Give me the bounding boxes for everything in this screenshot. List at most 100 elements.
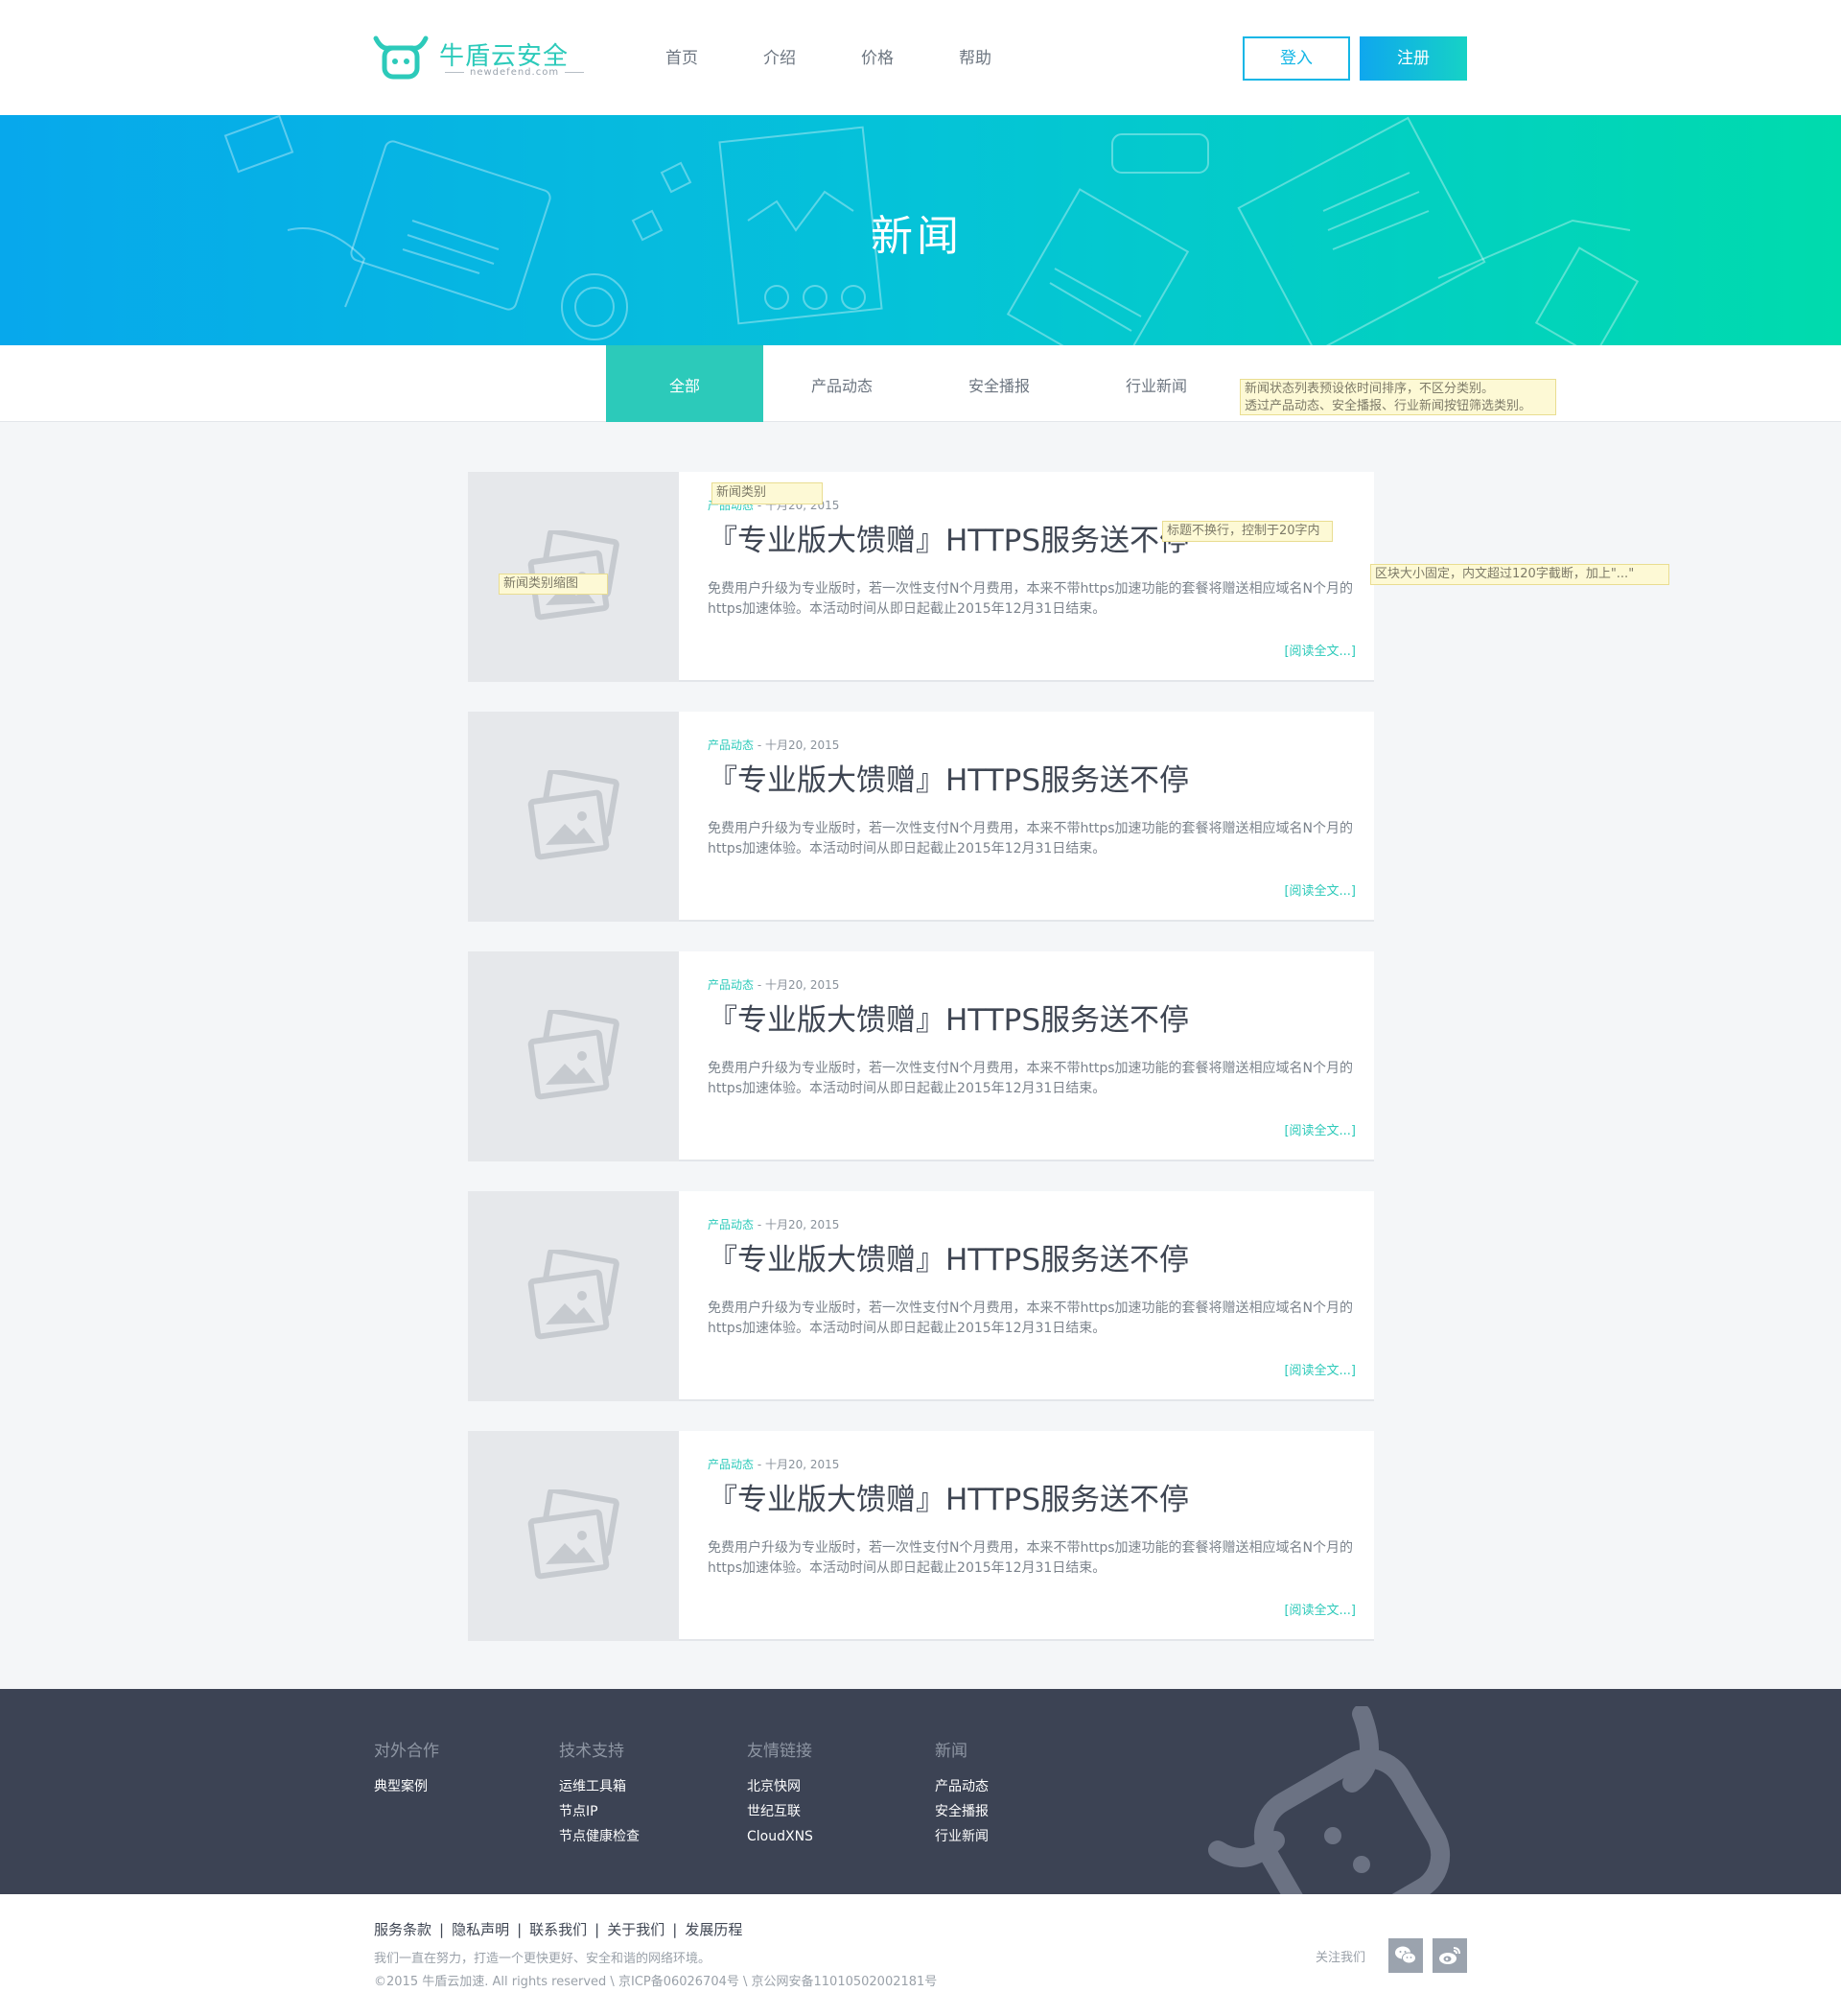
read-more-link[interactable]: [阅读全文...] [1284, 1120, 1356, 1138]
footer-col-news: 新闻 产品动态 安全播报 行业新闻 [935, 1737, 989, 1849]
footer-link[interactable]: CloudXNS [747, 1824, 813, 1849]
annotation-tabs-line1: 新闻状态列表预设依时间排序，不区分类别。 [1245, 382, 1495, 396]
page-title: 新闻 [871, 212, 963, 261]
footer-heading: 新闻 [935, 1742, 967, 1761]
read-more-link[interactable]: [阅读全文...] [1284, 1600, 1356, 1618]
site-header: 牛盾云安全 newdefend.com 首页 介绍 价格 帮助 登入 注册 [0, 0, 1841, 115]
footer-link[interactable]: 典型案例 [374, 1774, 439, 1799]
logo-domain: newdefend.com [439, 67, 590, 78]
news-meta: 产品动态 - 十月20, 2015 [708, 1456, 839, 1472]
link-contact[interactable]: 联系我们 [529, 1921, 587, 1938]
nav-intro[interactable]: 介绍 [731, 44, 828, 73]
footer-link[interactable]: 节点健康检查 [559, 1824, 640, 1849]
image-placeholder-icon [527, 1250, 619, 1340]
annotation-tabs: 新闻状态列表预设依时间排序，不区分类别。 透过产品动态、安全播报、行业新闻按钮筛… [1240, 379, 1556, 415]
image-placeholder-icon [527, 770, 619, 860]
news-thumbnail [468, 1191, 679, 1401]
news-title[interactable]: 『专业版大馈赠』HTTPS服务送不停 [708, 996, 1189, 1039]
annotation-tabs-line2: 透过产品动态、安全播报、行业新闻按钮筛选类别。 [1245, 399, 1532, 413]
annotation-excerpt: 区块大小固定，内文超过120字截断，加上"..." [1370, 564, 1669, 585]
weibo-icon [1439, 1947, 1460, 1964]
news-excerpt: 免费用户升级为专业版时，若一次性支付N个月费用，本来不带https加速功能的套餐… [708, 1540, 1353, 1576]
footer-link[interactable]: 产品动态 [935, 1774, 989, 1799]
news-meta: 产品动态 - 十月20, 2015 [708, 976, 839, 993]
news-banner: 新闻 [0, 115, 1841, 345]
footer-col-friends: 友情链接 北京快网 世纪互联 CloudXNS [747, 1737, 813, 1849]
news-excerpt: 免费用户升级为专业版时，若一次性支付N个月费用，本来不带https加速功能的套餐… [708, 1301, 1353, 1336]
news-excerpt: 免费用户升级为专业版时，若一次性支付N个月费用，本来不带https加速功能的套餐… [708, 581, 1353, 617]
legal-links: 服务条款 | 隐私声明 | 联系我们 | 关于我们 | 发展历程 [374, 1919, 742, 1939]
read-more-link[interactable]: [阅读全文...] [1284, 1360, 1356, 1378]
tab-security-news[interactable]: 安全播报 [920, 345, 1078, 422]
image-placeholder-icon [527, 1010, 619, 1100]
news-category[interactable]: 产品动态 [708, 1218, 754, 1231]
news-meta: 产品动态 - 十月20, 2015 [708, 737, 839, 753]
footer-col-support: 技术支持 运维工具箱 节点IP 节点健康检查 [559, 1737, 640, 1849]
news-card[interactable]: 产品动态 - 十月20, 2015 『专业版大馈赠』HTTPS服务送不停 免费用… [468, 1191, 1374, 1401]
footer-link[interactable]: 运维工具箱 [559, 1774, 640, 1799]
link-separator: | [439, 1921, 445, 1938]
news-category[interactable]: 产品动态 [708, 978, 754, 992]
link-about[interactable]: 关于我们 [607, 1921, 664, 1938]
annotation-category: 新闻类别 [711, 482, 823, 504]
news-excerpt: 免费用户升级为专业版时，若一次性支付N个月费用，本来不带https加速功能的套餐… [708, 1061, 1353, 1096]
news-title[interactable]: 『专业版大馈赠』HTTPS服务送不停 [708, 1475, 1189, 1518]
link-history[interactable]: 发展历程 [685, 1921, 742, 1938]
news-thumbnail [468, 1431, 679, 1641]
news-title[interactable]: 『专业版大馈赠』HTTPS服务送不停 [708, 1235, 1189, 1278]
nav-help[interactable]: 帮助 [926, 44, 1024, 73]
link-separator: | [517, 1921, 523, 1938]
news-card[interactable]: 产品动态 - 十月20, 2015 『专业版大馈赠』HTTPS服务送不停 免费用… [468, 1431, 1374, 1641]
tab-product-updates[interactable]: 产品动态 [763, 345, 920, 422]
footer-link[interactable]: 行业新闻 [935, 1824, 989, 1849]
tab-all[interactable]: 全部 [606, 345, 763, 422]
footer-link[interactable]: 安全播报 [935, 1799, 989, 1824]
nav-home[interactable]: 首页 [633, 44, 731, 73]
wechat-button[interactable] [1388, 1938, 1423, 1973]
news-excerpt: 免费用户升级为专业版时，若一次性支付N个月费用，本来不带https加速功能的套餐… [708, 821, 1353, 856]
news-title[interactable]: 『专业版大馈赠』HTTPS服务送不停 [708, 756, 1189, 799]
footer-link[interactable]: 节点IP [559, 1799, 640, 1824]
footer-link[interactable]: 北京快网 [747, 1774, 813, 1799]
news-thumbnail [468, 951, 679, 1161]
news-card[interactable]: 产品动态 - 十月20, 2015 『专业版大馈赠』HTTPS服务送不停 免费用… [468, 951, 1374, 1161]
read-more-link[interactable]: [阅读全文...] [1284, 880, 1356, 899]
site-logo[interactable]: 牛盾云安全 newdefend.com [372, 33, 573, 82]
logo-cow-icon [373, 35, 429, 80]
link-separator: | [594, 1921, 600, 1938]
login-button[interactable]: 登入 [1243, 36, 1350, 81]
footer-slogan: 我们一直在努力，打造一个更快更好、安全和谐的网络环境。 [374, 1952, 711, 1966]
tab-industry-news[interactable]: 行业新闻 [1078, 345, 1235, 422]
weibo-button[interactable] [1433, 1938, 1467, 1973]
news-category[interactable]: 产品动态 [708, 738, 754, 752]
annotation-thumbnail: 新闻类别缩图 [499, 574, 608, 595]
site-footer: 对外合作 典型案例 技术支持 运维工具箱 节点IP 节点健康检查 友情链接 北京… [0, 1689, 1841, 1894]
news-date: - 十月20, 2015 [754, 738, 840, 752]
footer-col-partners: 对外合作 典型案例 [374, 1737, 439, 1799]
news-category[interactable]: 产品动态 [708, 1458, 754, 1471]
link-terms[interactable]: 服务条款 [374, 1921, 431, 1938]
footer-cow-watermark-icon [1208, 1706, 1451, 1894]
annotation-title: 标题不换行，控制于20字内 [1162, 521, 1333, 542]
link-separator: | [672, 1921, 678, 1938]
footer-heading: 对外合作 [374, 1742, 439, 1761]
news-title[interactable]: 『专业版大馈赠』HTTPS服务送不停 [708, 516, 1189, 559]
wechat-icon [1395, 1946, 1416, 1964]
news-date: - 十月20, 2015 [754, 1218, 840, 1231]
news-card[interactable]: 产品动态 - 十月20, 2015 『专业版大馈赠』HTTPS服务送不停 免费用… [468, 712, 1374, 922]
category-tabs-bar: 全部 产品动态 安全播报 行业新闻 [0, 345, 1841, 422]
follow-us-label: 关注我们 [1316, 1951, 1366, 1965]
image-placeholder-icon [527, 1489, 619, 1580]
news-thumbnail [468, 712, 679, 922]
footer-heading: 技术支持 [559, 1742, 624, 1761]
news-date: - 十月20, 2015 [754, 978, 840, 992]
nav-pricing[interactable]: 价格 [828, 44, 926, 73]
copyright-text: ©2015 牛盾云加速. All rights reserved \ 京ICP备… [374, 1975, 938, 1989]
news-meta: 产品动态 - 十月20, 2015 [708, 1216, 839, 1232]
link-privacy[interactable]: 隐私声明 [452, 1921, 509, 1938]
register-button[interactable]: 注册 [1360, 36, 1467, 81]
footer-link[interactable]: 世纪互联 [747, 1799, 813, 1824]
read-more-link[interactable]: [阅读全文...] [1284, 641, 1356, 659]
category-tabs: 全部 产品动态 安全播报 行业新闻 [606, 345, 1235, 422]
news-date: - 十月20, 2015 [754, 1458, 840, 1471]
